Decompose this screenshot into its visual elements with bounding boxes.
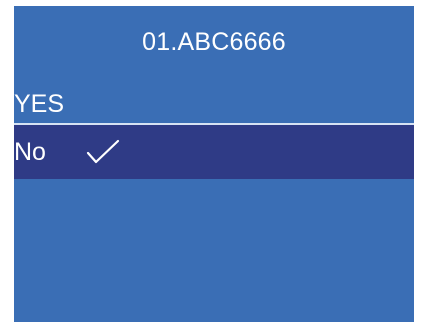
option-yes-label: YES (14, 90, 65, 118)
option-no[interactable]: No (14, 125, 414, 179)
option-no-label: No (14, 138, 46, 166)
check-icon (86, 139, 120, 164)
screen-title: 01.ABC6666 (142, 28, 286, 56)
device-screen: 01.ABC6666 YES No (14, 6, 414, 322)
option-yes[interactable]: YES (14, 84, 414, 124)
